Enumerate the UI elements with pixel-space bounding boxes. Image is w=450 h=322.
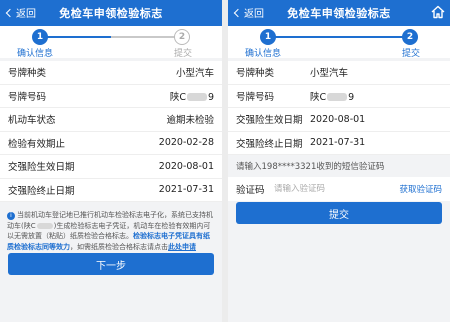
back-button[interactable]: 返回 (4, 5, 36, 20)
vehicle-info-list: 号牌种类 小型汽车 号牌号码 陕C 9 交强险生效日期 2020-08-01 交强… (228, 61, 450, 155)
next-step-button[interactable]: 下一步 (8, 253, 214, 275)
sms-hint: 请输入198****3321收到的短信验证码 (236, 162, 385, 172)
get-code-button[interactable]: 获取验证码 (399, 183, 442, 195)
info-value: 2021-07-31 (310, 137, 366, 149)
notice-text: i 当前机动车登记地已推行机动车检验标志电子化，系统已支持机动车(陕C)生成检验标… (0, 202, 222, 252)
step-progress-line (40, 36, 182, 38)
nav-bar: 返回 免检车申领检验标志 (0, 0, 222, 26)
info-value: 陕C 9 (310, 89, 354, 103)
step-2-dot: 2 (174, 29, 190, 45)
info-value: 小型汽车 (175, 68, 214, 80)
info-key: 检验有效期止 (8, 138, 66, 150)
info-key: 机动车状态 (8, 115, 56, 127)
screen-submit: 返回 免检车申领检验标志 1 2 确认信息 提交 号牌种类 小型汽车 号牌号码 … (228, 0, 450, 322)
notice-part3: ，如需纸质检验合格标志请点击 (70, 242, 168, 251)
step-indicator: 1 2 确认信息 提交 (0, 26, 222, 59)
step-1-dot: 1 (260, 29, 276, 45)
info-key: 交强险终止日期 (8, 185, 75, 197)
redacted-mask (186, 93, 207, 102)
plate-suffix: 9 (348, 91, 355, 103)
info-value: 逾期未检验 (166, 115, 214, 127)
info-row-plate-number: 号牌号码 陕C 9 (228, 85, 450, 108)
verification-code-row: 验证码 获取验证码 (228, 177, 450, 201)
code-label: 验证码 (236, 185, 265, 196)
plate-prefix: 陕C (310, 91, 327, 103)
chevron-left-icon (233, 8, 243, 17)
info-key: 交强险终止日期 (236, 138, 303, 150)
info-row-plate-type: 号牌种类 小型汽车 (0, 61, 222, 85)
nav-bar: 返回 免检车申领检验标志 (228, 0, 450, 26)
info-value: 2020-08-01 (158, 160, 214, 172)
info-key: 号牌号码 (8, 91, 47, 103)
redacted-mask (327, 93, 348, 102)
step-1-label: 确认信息 (245, 49, 282, 59)
info-row-plate-type: 号牌种类 小型汽车 (228, 61, 450, 85)
plate-suffix: 9 (207, 91, 214, 103)
plate-prefix: 陕C (169, 91, 186, 103)
info-icon: i (7, 212, 15, 220)
step-progress-line (268, 36, 410, 38)
info-key: 号牌号码 (236, 91, 275, 103)
info-key: 号牌种类 (8, 68, 47, 80)
screen-confirm-info: 返回 免检车申领检验标志 1 2 确认信息 提交 号牌种类 小型汽车 号牌号码 … (0, 0, 222, 322)
info-key: 交强险生效日期 (8, 162, 75, 174)
chevron-left-icon (5, 8, 15, 17)
page-title: 免检车申领检验标志 (59, 7, 163, 20)
step-1-label: 确认信息 (17, 49, 54, 59)
step-2-label: 提交 (401, 49, 420, 59)
home-icon[interactable] (430, 4, 446, 20)
info-value: 小型汽车 (310, 68, 349, 80)
info-value: 2020-08-01 (310, 113, 366, 125)
redacted-mask (36, 222, 53, 229)
info-value: 2020-02-28 (158, 137, 214, 149)
back-label: 返回 (16, 9, 36, 20)
back-button[interactable]: 返回 (232, 5, 264, 20)
vehicle-info-list: 号牌种类 小型汽车 号牌号码 陕C 9 机动车状态 逾期未检验 检验有效期止 20… (0, 61, 222, 202)
info-value: 陕C 9 (170, 89, 214, 103)
info-row-insurance-end: 交强险终止日期 2021-07-31 (0, 179, 222, 202)
step-1-dot: 1 (32, 29, 48, 45)
info-key: 交强险生效日期 (236, 115, 303, 127)
step-indicator: 1 2 确认信息 提交 (228, 26, 450, 59)
submit-button[interactable]: 提交 (236, 202, 442, 224)
back-label: 返回 (244, 9, 264, 20)
info-row-insurance-start: 交强险生效日期 2020-08-01 (228, 108, 450, 132)
apply-paper-label-link[interactable]: 此处申请 (168, 243, 196, 251)
info-row-insurance-end: 交强险终止日期 2021-07-31 (228, 132, 450, 155)
info-row-inspection-expiry: 检验有效期止 2020-02-28 (0, 132, 222, 155)
info-value: 2021-07-31 (158, 184, 214, 196)
page-title: 免检车申领检验标志 (287, 7, 391, 20)
step-2-dot: 2 (402, 29, 418, 45)
info-key: 号牌种类 (236, 68, 275, 80)
info-row-insurance-start: 交强险生效日期 2020-08-01 (0, 155, 222, 179)
info-row-plate-number: 号牌号码 陕C 9 (0, 85, 222, 108)
step-2-label: 提交 (173, 49, 192, 59)
verification-code-input[interactable] (274, 184, 400, 194)
info-row-vehicle-status: 机动车状态 逾期未检验 (0, 108, 222, 132)
